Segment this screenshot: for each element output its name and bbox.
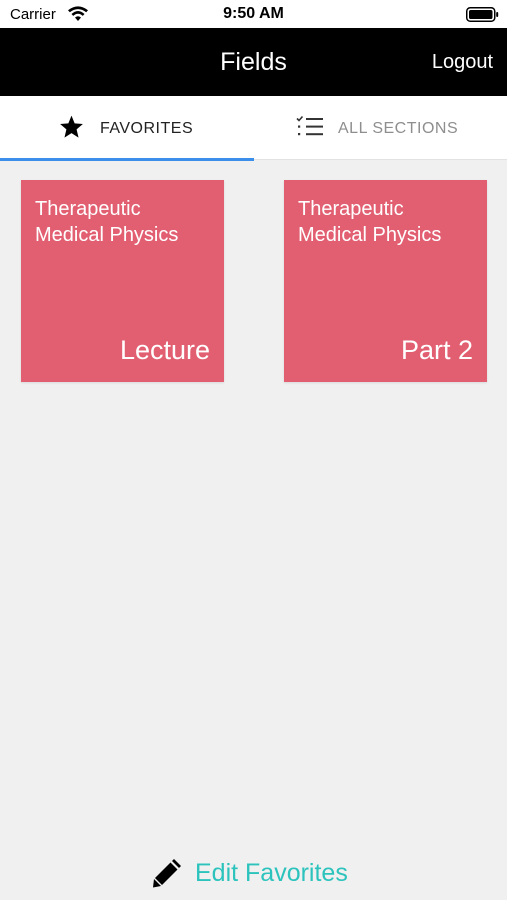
tab-all-sections[interactable]: ALL SECTIONS — [254, 96, 507, 160]
pencil-icon — [153, 859, 181, 888]
edit-favorites-button[interactable]: Edit Favorites — [0, 856, 507, 892]
card-subtitle: Part 2 — [400, 335, 473, 365]
edit-favorites-label: Edit Favorites — [195, 859, 348, 887]
status-bar: Carrier 9:50 AM — [0, 0, 507, 28]
tab-favorites-label: FAVORITES — [100, 120, 194, 137]
battery-icon — [466, 7, 499, 22]
favorite-card[interactable]: Therapeutic Medical Physics Lecture — [21, 180, 224, 382]
tab-favorites[interactable]: FAVORITES — [0, 96, 254, 161]
favorite-card[interactable]: Therapeutic Medical Physics Part 2 — [284, 180, 487, 382]
active-tab-indicator — [0, 158, 254, 161]
logout-button[interactable]: Logout — [432, 51, 493, 74]
tab-bar: FAVORITES ALL SECTIONS — [0, 96, 507, 161]
navigation-bar: Fields Logout — [0, 28, 507, 96]
tab-all-sections-label: ALL SECTIONS — [338, 120, 459, 137]
card-title: Therapeutic Medical Physics — [298, 198, 442, 246]
card-subtitle: Lecture — [119, 335, 210, 365]
status-time: 9:50 AM — [223, 5, 284, 22]
card-title: Therapeutic Medical Physics — [35, 198, 179, 246]
checklist-icon — [296, 115, 323, 136]
star-icon — [60, 115, 83, 138]
